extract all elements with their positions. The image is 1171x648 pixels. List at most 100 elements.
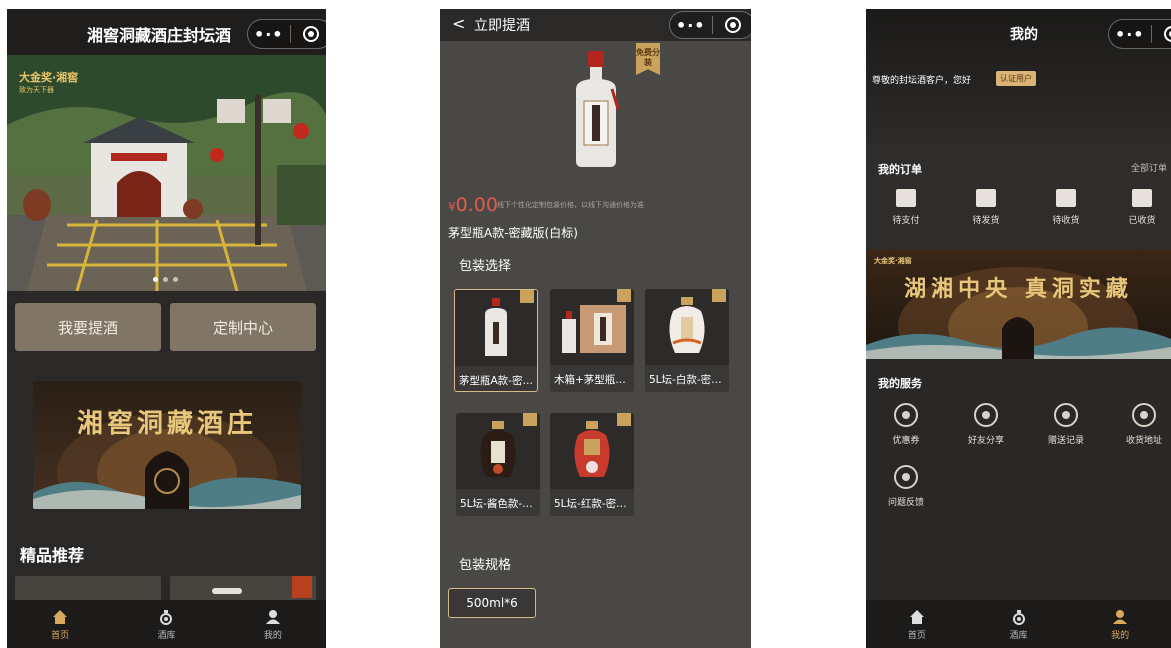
greeting: 尊敬的封坛酒客户，您好	[872, 76, 972, 86]
order-pending-payment[interactable]: 待支付	[876, 189, 936, 226]
tab-cellar[interactable]: 酒库	[968, 600, 1070, 648]
orders-title: 我的订单	[878, 163, 922, 176]
service-label: 优惠券	[892, 436, 920, 446]
package-icon	[976, 189, 996, 207]
service-address[interactable]: 收货地址	[1114, 403, 1171, 446]
pickup-screen: < 立即提酒 •·• 免费分装 ¥0.00 线下个性化定制包装价格，以线下沟通价…	[440, 9, 751, 648]
product-bottle-image	[576, 51, 620, 167]
carousel-indicator	[153, 277, 178, 282]
home-icon	[909, 609, 924, 624]
page-title: 湘窖洞藏酒庄封坛酒	[87, 26, 232, 45]
take-wine-button[interactable]: 我要提酒	[15, 303, 161, 351]
tab-home[interactable]: 首页	[866, 600, 968, 648]
order-label: 待收货	[1052, 216, 1080, 226]
mini-program-capsule: •·•	[247, 19, 326, 49]
close-miniprogram-icon[interactable]	[713, 17, 752, 33]
all-orders-link[interactable]: 全部订单	[1131, 161, 1167, 174]
winery-banner[interactable]: 湘窖洞藏酒庄	[33, 381, 301, 509]
profile-header: 我的 •·• 尊敬的封坛酒客户，您好 认证用户	[866, 9, 1171, 145]
spec-option[interactable]: 500ml*6	[448, 588, 536, 618]
nav-bar: < 立即提酒 •·•	[440, 9, 751, 41]
mine-screen: 我的 •·• 尊敬的封坛酒客户，您好 认证用户 我的订单 全部订单 待支付 待发…	[866, 9, 1171, 648]
tab-label: 我的	[263, 630, 282, 641]
more-icon[interactable]: •·•	[670, 16, 712, 35]
product-cap-icon	[212, 588, 242, 594]
tab-label: 我的	[1111, 630, 1130, 641]
page-title: 立即提酒	[474, 18, 530, 34]
winery-banner-title: 湘窖洞藏酒庄	[76, 409, 257, 439]
winery-banner-art	[33, 413, 301, 509]
home-screen: 湘窖洞藏酒庄封坛酒 •·• 大金奖·湘窖 致为天下器 我要提酒 定制中心 湘窖洞…	[7, 9, 326, 648]
more-icon[interactable]: •·•	[1109, 25, 1151, 44]
customize-center-button[interactable]: 定制中心	[170, 303, 316, 351]
service-label: 赠送记录	[1047, 436, 1084, 446]
home-icon	[53, 609, 68, 624]
service-feedback[interactable]: 问题反馈	[876, 465, 936, 508]
order-label: 待支付	[892, 216, 920, 226]
option-label: 5L坛-白款-密…	[649, 374, 722, 386]
close-miniprogram-icon[interactable]	[291, 26, 327, 42]
user-icon	[1113, 609, 1128, 624]
price-note: 线下个性化定制包装价格，以线下沟通价格为准	[497, 201, 644, 209]
service-coupon[interactable]: 优惠券	[876, 403, 936, 446]
order-label: 已收货	[1128, 216, 1156, 226]
share-icon	[974, 403, 998, 427]
service-share[interactable]: 好友分享	[956, 403, 1016, 446]
coupon-icon	[894, 403, 918, 427]
back-icon[interactable]: <	[452, 14, 465, 33]
tab-home[interactable]: 首页	[7, 600, 113, 648]
service-label: 好友分享	[967, 436, 1004, 446]
tab-label: 首页	[907, 630, 926, 641]
order-pending-shipment[interactable]: 待发货	[956, 189, 1016, 226]
free-tag-icon	[617, 289, 631, 302]
carousel-dot	[173, 277, 178, 282]
tab-label: 酒库	[157, 630, 176, 641]
page-title: 我的	[1010, 27, 1038, 43]
orders-panel: 我的订单 全部订单 待支付 待发货 待收货 已收货	[866, 145, 1171, 249]
services-title: 我的服务	[878, 377, 922, 390]
free-split-tag: 免费分装	[636, 43, 660, 75]
tab-mine[interactable]: 我的	[220, 600, 326, 648]
option-label: 茅型瓶A款-密…	[459, 375, 533, 387]
more-icon[interactable]: •·•	[248, 25, 290, 44]
mini-program-capsule: •·•	[669, 11, 751, 39]
hero-carousel[interactable]: 大金奖·湘窖 致为天下器	[7, 55, 326, 291]
packaging-option[interactable]: 茅型瓶A款-密…	[454, 289, 538, 392]
hero-badge: 大金奖·湘窖	[19, 71, 79, 84]
spec-title: 包装规格	[459, 558, 512, 573]
packaging-title: 包装选择	[459, 259, 512, 274]
wallet-icon	[896, 189, 916, 207]
wooden-box-icon	[562, 305, 626, 353]
tab-cellar[interactable]: 酒库	[113, 600, 219, 648]
tab-label: 酒库	[1009, 630, 1028, 641]
bottle-icon	[485, 298, 507, 356]
close-miniprogram-icon[interactable]	[1152, 26, 1171, 42]
packaging-option[interactable]: 5L坛-白款-密…	[645, 289, 729, 392]
hot-tag-icon	[292, 576, 312, 598]
order-pending-receipt[interactable]: 待收货	[1036, 189, 1096, 226]
option-label: 5L坛-酱色款-…	[460, 498, 533, 510]
free-tag-icon	[520, 290, 534, 303]
price-value: 0.00	[455, 194, 498, 216]
packaging-option[interactable]: 5L坛-红款-密…	[550, 413, 634, 516]
tab-mine[interactable]: 我的	[1069, 600, 1171, 648]
product-name: 茅型瓶A款-密藏版(白标)	[448, 226, 578, 240]
box-check-icon	[1132, 189, 1152, 207]
banner-slogan: 湖湘中央 真洞实藏	[904, 276, 1133, 302]
tab-label: 首页	[51, 630, 70, 641]
service-gift-record[interactable]: 赠送记录	[1036, 403, 1096, 446]
banner-brand: 大金奖·湘窖	[874, 257, 912, 265]
cave-banner-art	[866, 267, 1171, 359]
packaging-option[interactable]: 5L坛-酱色款-…	[456, 413, 540, 516]
brown-jar-icon	[480, 421, 516, 477]
tab-bar: 首页 酒库 我的	[7, 600, 326, 648]
packaging-option[interactable]: 木箱+茅型瓶…	[550, 289, 634, 392]
service-label: 问题反馈	[887, 498, 924, 508]
free-tag-icon	[617, 413, 631, 426]
order-received[interactable]: 已收货	[1112, 189, 1171, 226]
recommend-title: 精品推荐	[20, 546, 85, 565]
nav-bar: 湘窖洞藏酒庄封坛酒 •·•	[7, 9, 326, 55]
hero-badge-sub: 致为天下器	[19, 86, 54, 94]
hero-image	[7, 55, 326, 291]
cave-banner[interactable]: 大金奖·湘窖 湖湘中央 真洞实藏	[866, 249, 1171, 359]
